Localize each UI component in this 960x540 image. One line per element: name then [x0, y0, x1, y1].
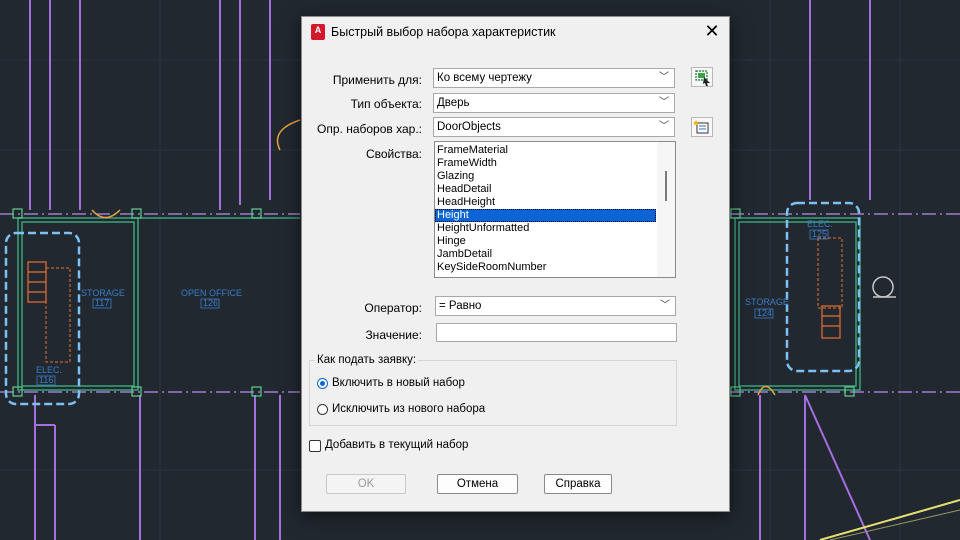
operator-value: = Равно: [439, 300, 482, 312]
property-list-item[interactable]: FrameMaterial: [435, 144, 657, 157]
properties-listbox[interactable]: FrameMaterial FrameWidth Glazing HeadDetail…: [434, 141, 676, 278]
dialog-titlebar[interactable]: A Быстрый выбор набора характеристик ✕: [302, 17, 729, 47]
apply-to-label: Применить для:: [332, 73, 422, 87]
room-name-elec-125: ELEC.: [807, 219, 833, 229]
property-list-item[interactable]: JambDetail: [435, 248, 657, 261]
close-icon[interactable]: ✕: [701, 21, 723, 43]
apply-to-dropdown[interactable]: Ко всему чертежу ﹀: [433, 68, 675, 88]
cancel-button[interactable]: Отмена: [437, 474, 518, 494]
property-set-definition-button[interactable]: [691, 117, 713, 137]
property-set-value: DoorObjects: [437, 121, 501, 133]
property-list-item[interactable]: HeadDetail: [435, 183, 657, 196]
property-list-item[interactable]: HeadHeight: [435, 196, 657, 209]
help-button[interactable]: Справка: [544, 474, 612, 494]
append-label[interactable]: Добавить в текущий набор: [325, 439, 468, 451]
select-objects-icon: [695, 70, 710, 86]
chevron-down-icon: ﹀: [659, 97, 669, 108]
property-list-item[interactable]: HeightUnformatted: [435, 222, 657, 235]
property-list-item[interactable]: KeySideRoomNumber: [435, 261, 657, 274]
apply-to-value: Ко всему чертежу: [437, 72, 532, 84]
room-number-116: 116: [39, 375, 53, 385]
room-name-storage-117: STORAGE: [81, 288, 125, 298]
scrollbar-thumb[interactable]: [665, 171, 667, 201]
ok-button[interactable]: OK: [326, 474, 406, 494]
dialog-title: Быстрый выбор набора характеристик: [331, 25, 556, 39]
autocad-app-icon: A: [311, 24, 325, 40]
include-radio[interactable]: [317, 378, 328, 389]
app-icon-letter: A: [314, 25, 322, 35]
value-input[interactable]: [436, 323, 677, 342]
room-name-storage-124: STORAGE: [745, 297, 789, 307]
value-label: Значение:: [365, 328, 422, 342]
select-objects-button[interactable]: [691, 67, 713, 87]
quick-select-dialog: A Быстрый выбор набора характеристик ✕ П…: [301, 16, 730, 512]
properties-label: Свойства:: [365, 147, 422, 161]
room-number-117: 117: [95, 298, 109, 308]
exclude-label[interactable]: Исключить из нового набора: [332, 403, 485, 415]
property-list-item[interactable]: Hinge: [435, 235, 657, 248]
object-type-label: Тип объекта:: [350, 97, 422, 111]
property-set-label: Опр. наборов хар.:: [317, 122, 422, 136]
room-number-124: 124: [757, 308, 772, 318]
property-list-item[interactable]: FrameWidth: [435, 157, 657, 170]
room-number-126: 126: [203, 298, 218, 308]
object-type-value: Дверь: [437, 97, 470, 109]
property-set-dropdown[interactable]: DoorObjects ﹀: [433, 117, 675, 137]
room-name-open-office: OPEN OFFICE: [181, 288, 242, 298]
chevron-down-icon: ﹀: [659, 121, 669, 132]
property-list-item[interactable]: Glazing: [435, 170, 657, 183]
apply-mode-group: [309, 360, 677, 426]
exclude-radio[interactable]: [317, 404, 328, 415]
operator-label: Оператор:: [364, 301, 422, 315]
append-checkbox[interactable]: [309, 440, 321, 452]
chevron-down-icon: ﹀: [659, 72, 669, 83]
property-set-icon: [693, 120, 709, 134]
property-list-item[interactable]: Height: [435, 209, 656, 222]
room-number-125: 125: [812, 229, 827, 239]
include-label[interactable]: Включить в новый набор: [332, 377, 465, 389]
apply-mode-title: Как подать заявку:: [315, 354, 419, 366]
properties-scrollbar[interactable]: [657, 142, 675, 277]
object-type-dropdown[interactable]: Дверь ﹀: [433, 93, 675, 113]
chevron-down-icon: ﹀: [660, 300, 670, 311]
room-name-elec-116: ELEC.: [36, 365, 62, 375]
operator-dropdown[interactable]: = Равно ﹀: [435, 296, 676, 316]
